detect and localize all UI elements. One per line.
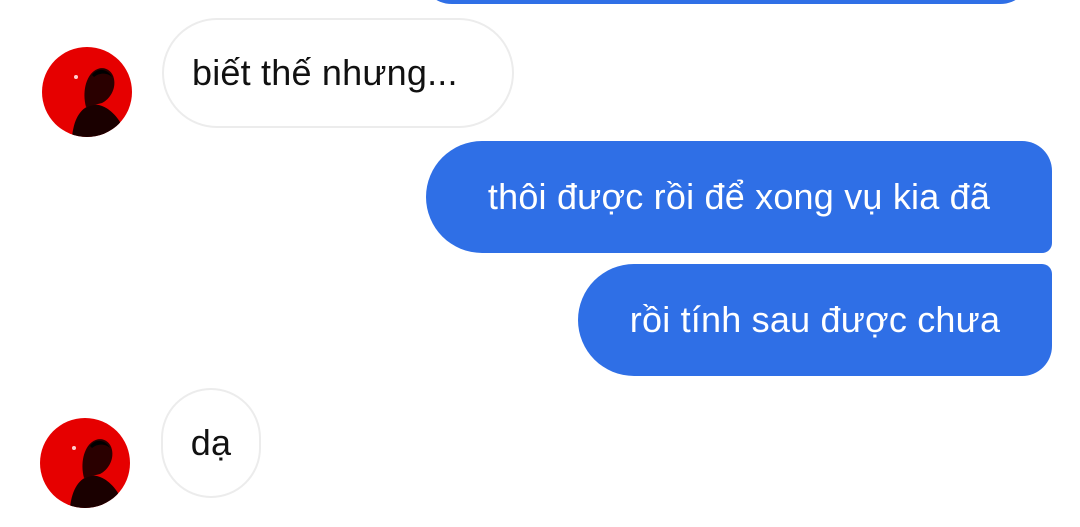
message-text: thôi được rồi để xong vụ kia đã	[487, 176, 991, 217]
incoming-message-bubble[interactable]: biết thế nhưng...	[162, 18, 514, 128]
outgoing-message-bubble-partial[interactable]	[420, 0, 1032, 4]
incoming-message-bubble[interactable]: dạ	[161, 388, 261, 498]
message-text: rồi tính sau được chưa	[629, 299, 1001, 340]
contact-avatar[interactable]	[40, 418, 130, 508]
avatar-image	[42, 47, 132, 137]
outgoing-message-bubble[interactable]: thôi được rồi để xong vụ kia đã	[426, 141, 1052, 253]
message-text: dạ	[190, 422, 232, 463]
outgoing-message-bubble[interactable]: rồi tính sau được chưa	[578, 264, 1052, 376]
contact-avatar[interactable]	[42, 47, 132, 137]
message-text: biết thế nhưng...	[192, 52, 458, 93]
chat-thread: biết thế nhưng... thôi được rồi để xong …	[0, 0, 1080, 527]
avatar-image	[40, 418, 130, 508]
